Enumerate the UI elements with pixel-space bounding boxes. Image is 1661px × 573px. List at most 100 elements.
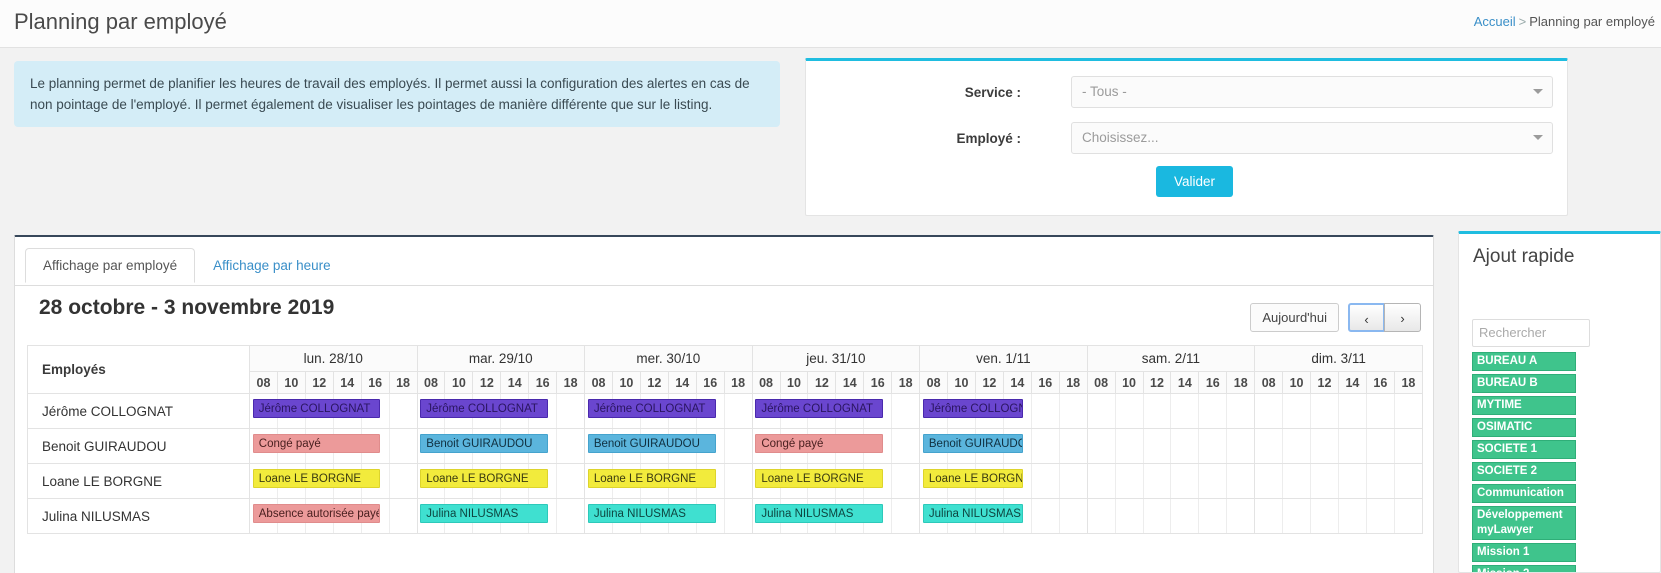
day-track-cell[interactable]: Absence autorisée payée xyxy=(250,499,418,534)
hour-column-header: 10 xyxy=(780,372,808,394)
hour-slot xyxy=(390,464,417,498)
hour-column-header: 14 xyxy=(668,372,696,394)
hour-slot xyxy=(557,464,584,498)
day-track-cell[interactable] xyxy=(1087,429,1255,464)
tab-affichage-par-heure[interactable]: Affichage par heure xyxy=(195,248,349,283)
day-column-header: lun. 28/10 xyxy=(250,346,418,372)
day-track-cell[interactable]: Julina NILUSMAS xyxy=(752,499,920,534)
hour-slot xyxy=(1171,429,1199,463)
day-track-cell[interactable] xyxy=(1255,464,1423,499)
planning-event[interactable]: Julina NILUSMAS xyxy=(923,504,1023,523)
page-title: Planning par employé xyxy=(14,9,227,35)
planning-event[interactable]: Benoit GUIRAUDOU xyxy=(923,434,1023,453)
quick-add-tag[interactable]: SOCIETE 1 xyxy=(1472,440,1576,459)
hour-slot xyxy=(1060,429,1087,463)
day-track-cell[interactable]: Benoit GUIRAUDOU xyxy=(920,429,1088,464)
day-track-cell[interactable]: Congé payé xyxy=(752,429,920,464)
page-header: Planning par employé Accueil>Planning pa… xyxy=(0,0,1661,48)
breadcrumb-separator: > xyxy=(1519,14,1527,29)
planning-event[interactable]: Jérôme COLLOGNAT xyxy=(253,399,381,418)
chevron-down-icon xyxy=(1533,89,1543,94)
day-track-cell[interactable]: Jérôme COLLOGNAT xyxy=(585,394,753,429)
today-button[interactable]: Aujourd'hui xyxy=(1250,303,1339,332)
planning-event[interactable]: Congé payé xyxy=(755,434,883,453)
quick-add-search-input[interactable]: Rechercher xyxy=(1472,319,1590,347)
day-track-cell[interactable] xyxy=(1087,499,1255,534)
hour-slot xyxy=(1088,464,1116,498)
day-track-cell[interactable] xyxy=(1255,429,1423,464)
previous-week-button[interactable]: ‹ xyxy=(1348,303,1385,332)
hour-slot xyxy=(1255,499,1283,533)
day-track-cell[interactable] xyxy=(1087,394,1255,429)
quick-add-tag[interactable]: MYTIME xyxy=(1472,396,1576,415)
hour-slot xyxy=(1227,429,1254,463)
hour-column-header: 16 xyxy=(1199,372,1227,394)
hour-column-header: 08 xyxy=(585,372,613,394)
planning-event[interactable]: Jérôme COLLOGNAT xyxy=(923,399,1023,418)
hour-slot xyxy=(1060,499,1087,533)
planning-event[interactable]: Jérôme COLLOGNAT xyxy=(588,399,716,418)
tab-affichage-par-employe[interactable]: Affichage par employé xyxy=(25,248,195,283)
hour-slot xyxy=(725,464,752,498)
day-track-cell[interactable]: Loane LE BORGNE xyxy=(250,464,418,499)
quick-add-tag[interactable]: Mission 2 xyxy=(1472,565,1576,573)
day-track-cell[interactable]: Benoit GUIRAUDOU xyxy=(417,429,585,464)
hour-column-header: 08 xyxy=(920,372,948,394)
day-track-cell[interactable]: Julina NILUSMAS xyxy=(417,499,585,534)
hour-column-header: 10 xyxy=(1283,372,1311,394)
planning-event[interactable]: Benoit GUIRAUDOU xyxy=(588,434,716,453)
day-track-cell[interactable]: Loane LE BORGNE xyxy=(920,464,1088,499)
quick-add-tag[interactable]: Mission 1 xyxy=(1472,543,1576,562)
day-track-cell[interactable]: Benoit GUIRAUDOU xyxy=(585,429,753,464)
day-track-cell[interactable] xyxy=(1255,394,1423,429)
quick-add-tag[interactable]: Communication xyxy=(1472,484,1576,503)
hour-slot xyxy=(1060,394,1087,428)
planning-event[interactable]: Loane LE BORGNE xyxy=(253,469,381,488)
day-track-cell[interactable]: Jérôme COLLOGNAT xyxy=(920,394,1088,429)
planning-event[interactable]: Loane LE BORGNE xyxy=(755,469,883,488)
planning-event[interactable]: Loane LE BORGNE xyxy=(588,469,716,488)
hour-column-header: 08 xyxy=(1087,372,1115,394)
hour-column-header: 16 xyxy=(1366,372,1394,394)
hour-slot xyxy=(1116,499,1144,533)
hour-column-header: 10 xyxy=(948,372,976,394)
planning-event[interactable]: Congé payé xyxy=(253,434,381,453)
date-range-title: 28 octobre - 3 novembre 2019 xyxy=(39,296,334,320)
breadcrumb-home-link[interactable]: Accueil xyxy=(1474,14,1516,29)
service-select[interactable]: - Tous - xyxy=(1071,76,1553,108)
quick-add-tag[interactable]: Développement myLawyer xyxy=(1472,506,1576,540)
day-track-cell[interactable]: Jérôme COLLOGNAT xyxy=(417,394,585,429)
day-track-cell[interactable]: Julina NILUSMAS xyxy=(920,499,1088,534)
hour-slot xyxy=(1395,394,1422,428)
planning-event[interactable]: Loane LE BORGNE xyxy=(420,469,548,488)
quick-add-tag[interactable]: SOCIETE 2 xyxy=(1472,462,1576,481)
day-track-cell[interactable]: Jérôme COLLOGNAT xyxy=(250,394,418,429)
hour-slot xyxy=(1199,464,1227,498)
day-track-cell[interactable] xyxy=(1087,464,1255,499)
day-track-cell[interactable]: Julina NILUSMAS xyxy=(585,499,753,534)
planning-event[interactable]: Absence autorisée payée xyxy=(253,504,381,523)
hour-slot xyxy=(1395,464,1422,498)
planning-event[interactable]: Jérôme COLLOGNAT xyxy=(755,399,883,418)
planning-event[interactable]: Benoit GUIRAUDOU xyxy=(420,434,548,453)
day-track-cell[interactable]: Congé payé xyxy=(250,429,418,464)
hour-column-header: 12 xyxy=(473,372,501,394)
planning-event[interactable]: Jérôme COLLOGNAT xyxy=(420,399,548,418)
day-track-cell[interactable]: Loane LE BORGNE xyxy=(417,464,585,499)
quick-add-tag[interactable]: OSIMATIC xyxy=(1472,418,1576,437)
planning-event[interactable]: Julina NILUSMAS xyxy=(588,504,716,523)
quick-add-tag[interactable]: BUREAU B xyxy=(1472,374,1576,393)
day-track-cell[interactable]: Jérôme COLLOGNAT xyxy=(752,394,920,429)
planning-event[interactable]: Julina NILUSMAS xyxy=(755,504,883,523)
quick-add-tag[interactable]: BUREAU A xyxy=(1472,352,1576,371)
next-week-button[interactable]: › xyxy=(1384,303,1421,332)
day-track-cell[interactable]: Loane LE BORGNE xyxy=(585,464,753,499)
day-track-cell[interactable] xyxy=(1255,499,1423,534)
employee-select[interactable]: Choisissez... xyxy=(1071,122,1553,154)
planning-event[interactable]: Loane LE BORGNE xyxy=(923,469,1023,488)
day-track-cell[interactable]: Loane LE BORGNE xyxy=(752,464,920,499)
validate-button[interactable]: Valider xyxy=(1156,166,1233,197)
planning-event[interactable]: Julina NILUSMAS xyxy=(420,504,548,523)
hour-slot xyxy=(1339,464,1367,498)
day-column-header: jeu. 31/10 xyxy=(752,346,920,372)
